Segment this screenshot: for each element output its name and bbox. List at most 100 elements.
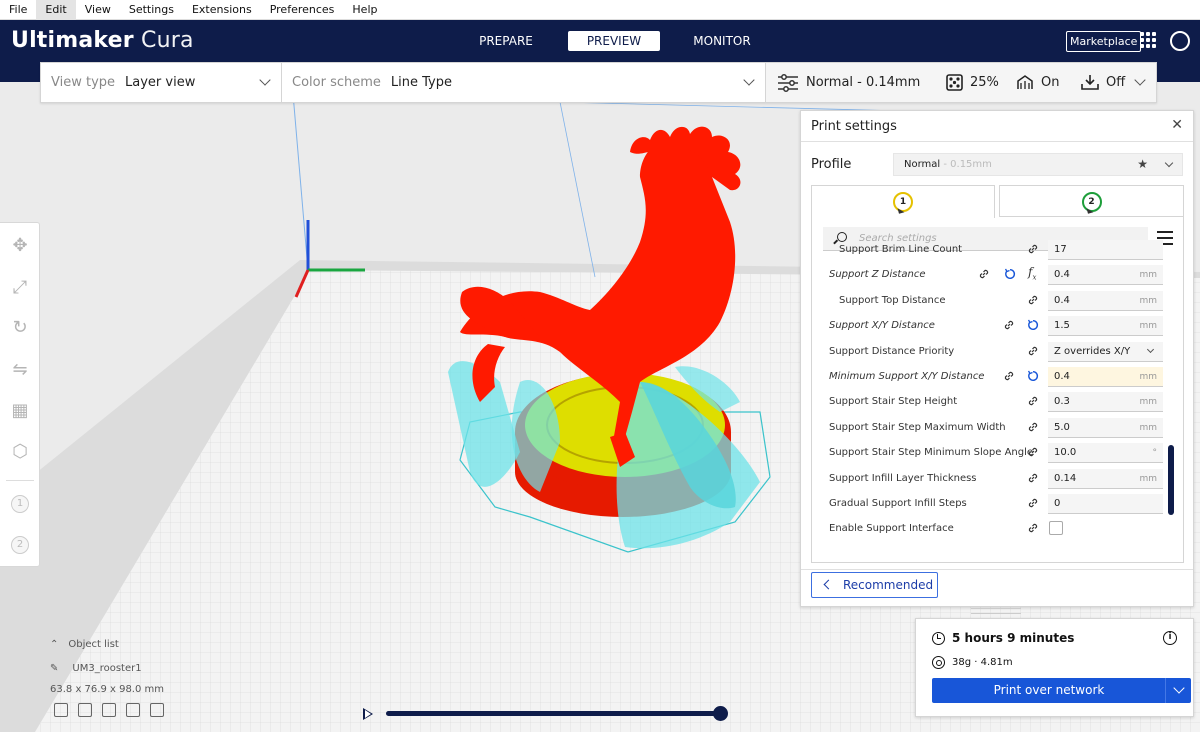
setting-value-field[interactable]: 0.4 mm — [1048, 367, 1163, 387]
print-options-dropdown[interactable] — [1165, 678, 1191, 703]
setting-unit: mm — [1139, 397, 1157, 408]
setting-value-field[interactable]: 1.5 mm — [1048, 316, 1163, 337]
top-view-icon[interactable] — [102, 703, 116, 717]
left-view-icon[interactable] — [126, 703, 140, 717]
print-setup-selector[interactable]: Normal - 0.14mm 25% On Off — [766, 63, 1156, 102]
profile-selector[interactable]: Normal - 0.15mm ★ — [893, 153, 1183, 176]
view-type-dropdown[interactable]: View type Layer view — [41, 63, 282, 102]
object-name: UM3_rooster1 — [72, 662, 142, 674]
tab-prepare[interactable]: PREPARE — [460, 31, 552, 51]
per-model-settings-icon[interactable]: ▦ — [9, 400, 31, 422]
recommended-button[interactable]: Recommended — [811, 572, 938, 598]
right-view-icon[interactable] — [150, 703, 164, 717]
print-over-network-button[interactable]: Print over network — [932, 678, 1166, 703]
info-icon[interactable]: i — [1163, 631, 1177, 645]
menu-extensions[interactable]: Extensions — [183, 0, 261, 20]
material-estimate: 38g · 4.81m — [952, 657, 1013, 668]
setting-value-field[interactable]: 17 — [1048, 240, 1163, 260]
tab-monitor[interactable]: MONITOR — [676, 31, 768, 51]
menu-help[interactable]: Help — [343, 0, 386, 20]
setting-value-field[interactable]: 5.0 mm — [1048, 417, 1163, 438]
panel-divider — [801, 141, 1193, 142]
setting-value-field[interactable]: 0.4 mm — [1048, 290, 1163, 311]
setting-name: Support Z Distance — [829, 269, 926, 281]
menu-view[interactable]: View — [76, 0, 120, 20]
setting-value: 0.4 — [1054, 371, 1070, 382]
view-orientation-buttons — [54, 703, 174, 717]
link-icon — [1027, 395, 1039, 407]
object-list-toggle[interactable]: ⌃ Object list — [50, 632, 164, 656]
mirror-icon[interactable]: ⇋ — [9, 359, 31, 381]
link-icon — [1027, 522, 1039, 534]
account-icon[interactable] — [1170, 31, 1190, 51]
setting-row: Support Infill Layer Thickness 0.14 mm — [812, 466, 1167, 491]
reset-icon[interactable] — [1027, 370, 1039, 382]
app-logo: Ultimaker Cura — [11, 28, 194, 53]
object-row[interactable]: ✎ UM3_rooster1 — [50, 656, 164, 680]
close-icon[interactable]: ✕ — [1171, 117, 1183, 133]
apps-grid-icon[interactable] — [1140, 32, 1157, 49]
menu-edit[interactable]: Edit — [36, 0, 76, 20]
play-icon[interactable] — [363, 708, 373, 720]
menu-settings[interactable]: Settings — [120, 0, 183, 20]
profile-name: Normal — [904, 159, 941, 170]
view-type-label: View type — [51, 75, 116, 90]
settings-list: Search settings Support Brim Line Count 1… — [811, 217, 1184, 563]
menu-file[interactable]: File — [0, 0, 36, 20]
extruder-2-badge[interactable]: 2 — [11, 536, 29, 554]
setting-name: Support Distance Priority — [829, 345, 955, 357]
view-type-value: Layer view — [125, 75, 196, 90]
setting-value-field[interactable]: 0.14 mm — [1048, 468, 1163, 489]
recommended-label: Recommended — [843, 578, 934, 592]
tab-preview[interactable]: PREVIEW — [568, 31, 660, 51]
setting-value-field[interactable]: 0.3 mm — [1048, 392, 1163, 413]
menu-preferences[interactable]: Preferences — [261, 0, 344, 20]
object-dimensions: 63.8 x 76.9 x 98.0 mm — [50, 683, 165, 695]
setting-value: 1.5 — [1054, 320, 1070, 332]
chevron-up-icon: ⌃ — [50, 638, 59, 650]
front-view-icon[interactable] — [78, 703, 92, 717]
slider-handle[interactable] — [713, 706, 728, 721]
link-icon — [1003, 370, 1015, 382]
setting-row: Support Z Distance fx 0.4 mm — [812, 262, 1167, 287]
setting-value: 5.0 — [1054, 421, 1070, 433]
setting-value-field[interactable]: 0 — [1048, 494, 1163, 514]
left-toolbar: ✥ ⤢ ↻ ⇋ ▦ ⬡ 1 2 — [0, 222, 40, 567]
setting-unit: mm — [1139, 372, 1157, 382]
logo-brand: Ultimaker — [11, 28, 134, 53]
setting-value: 0.14 — [1054, 472, 1077, 484]
enable-support-interface-checkbox[interactable] — [1049, 521, 1063, 536]
setting-value-field[interactable]: 10.0 ° — [1048, 443, 1163, 464]
extruder-1-badge[interactable]: 1 — [11, 495, 29, 513]
extruder-tab-1[interactable]: 1 — [811, 185, 995, 218]
setting-row: Support Stair Step Height 0.3 mm — [812, 389, 1167, 414]
setting-unit: ° — [1152, 448, 1158, 459]
color-scheme-label: Color scheme — [292, 75, 381, 90]
reset-icon[interactable] — [1004, 268, 1016, 280]
adhesion-value: Off — [1106, 75, 1126, 90]
star-icon[interactable]: ★ — [1137, 154, 1148, 175]
settings-scrollbar[interactable] — [1168, 445, 1174, 515]
setting-name: Support Top Distance — [839, 294, 946, 306]
extruder-tab-2[interactable]: 2 — [999, 185, 1184, 217]
link-icon — [1027, 243, 1039, 255]
setting-name: Enable Support Interface — [829, 523, 954, 535]
link-icon — [978, 268, 990, 280]
support-blocker-icon[interactable]: ⬡ — [9, 441, 31, 463]
setting-unit: mm — [1139, 473, 1157, 484]
setting-value-field[interactable]: Z overrides X/Y — [1048, 341, 1163, 362]
move-icon[interactable]: ✥ — [9, 235, 31, 257]
object-list-header: Object list — [68, 638, 119, 650]
setting-row: Support Distance Priority Z overrides X/Y — [812, 339, 1167, 364]
3d-view-icon[interactable] — [54, 703, 68, 717]
rotate-icon[interactable]: ↻ — [9, 317, 31, 339]
link-icon — [1027, 472, 1039, 484]
marketplace-button[interactable]: Marketplace — [1066, 31, 1142, 52]
setting-value-field[interactable]: 0.4 mm — [1048, 265, 1163, 286]
layer-path-slider[interactable] — [386, 711, 721, 716]
color-scheme-dropdown[interactable]: Color scheme Line Type — [282, 63, 766, 102]
print-time: 5 hours 9 minutes — [952, 631, 1075, 645]
scale-icon[interactable]: ⤢ — [9, 277, 31, 299]
panel-resize-handle[interactable] — [971, 608, 1021, 614]
reset-icon[interactable] — [1027, 319, 1039, 331]
